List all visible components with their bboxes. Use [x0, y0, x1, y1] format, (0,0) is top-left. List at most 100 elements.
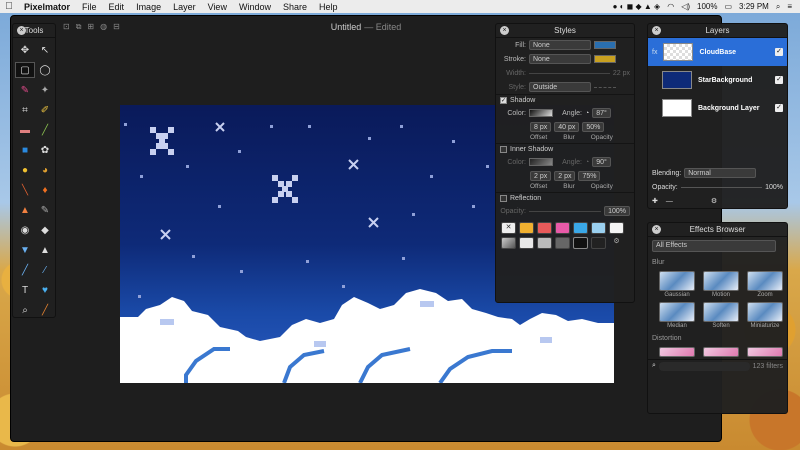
zoom-tool-icon[interactable]: ⌕ — [15, 302, 35, 318]
preset-white[interactable] — [609, 222, 624, 234]
menu-layer[interactable]: Layer — [167, 2, 202, 12]
reflection-checkbox[interactable] — [500, 195, 507, 202]
menu-view[interactable]: View — [202, 2, 233, 12]
preset-settings-icon[interactable]: ⚙ — [609, 237, 624, 249]
menu-edit[interactable]: Edit — [103, 2, 131, 12]
volume-icon[interactable]: ◁) — [681, 2, 690, 11]
close-icon[interactable]: × — [652, 26, 661, 35]
styles-panel-header[interactable]: × Styles — [496, 24, 634, 38]
effect-gaussian[interactable]: Gaussian — [658, 271, 696, 298]
shadow-blur-value[interactable]: 40 px — [554, 122, 580, 132]
reflection-section[interactable]: Reflection — [496, 192, 634, 204]
close-icon[interactable]: × — [500, 26, 509, 35]
preset-dark-grey[interactable] — [555, 237, 570, 249]
ellipse-select-tool-icon[interactable]: ◯ — [35, 62, 55, 78]
paint-bucket-tool-icon[interactable]: ● — [15, 162, 35, 178]
close-icon[interactable]: × — [17, 26, 26, 35]
preset-black-outline[interactable] — [573, 237, 588, 249]
battery-percent[interactable]: 100% — [697, 2, 717, 11]
inner-shadow-checkbox[interactable] — [500, 146, 507, 153]
effect-median[interactable]: Median — [658, 302, 696, 329]
inner-color-swatch[interactable] — [529, 158, 553, 166]
inner-shadow-section[interactable]: Inner Shadow — [496, 143, 634, 155]
effect-distortion-1[interactable] — [658, 347, 696, 357]
stamp-tool-icon[interactable]: ▲ — [15, 202, 35, 218]
layer-row-background[interactable]: Background Layer ✓ — [648, 94, 787, 122]
search-icon[interactable]: ⌕ — [776, 2, 780, 12]
inner-angle-value[interactable]: 90° — [592, 157, 611, 167]
layer-opacity-slider[interactable] — [680, 186, 763, 188]
color-picker-tool-icon[interactable]: ╱ — [35, 302, 55, 318]
fill-color-swatch[interactable] — [594, 41, 616, 49]
layers-panel-header[interactable]: × Layers — [648, 24, 787, 38]
menu-help[interactable]: Help — [313, 2, 344, 12]
search-icon[interactable]: ⌕ — [652, 362, 656, 370]
magnet-tool-icon[interactable]: ◕ — [35, 162, 55, 178]
eyedropper-tool-icon[interactable]: ✐ — [35, 102, 55, 118]
dash-pattern-select[interactable] — [594, 86, 616, 88]
shadow-angle-value[interactable]: 87° — [592, 108, 611, 118]
freeform-pen-tool-icon[interactable]: ⁄ — [35, 262, 55, 278]
layer-settings-icon[interactable]: ⚙ — [711, 197, 717, 205]
preset-light-blue[interactable] — [591, 222, 606, 234]
layer-visibility-checkbox[interactable]: ✓ — [775, 48, 783, 56]
burn-tool-icon[interactable]: ♦ — [35, 182, 55, 198]
preset-gradient[interactable] — [501, 237, 516, 249]
preset-light[interactable] — [519, 237, 534, 249]
blending-select[interactable]: Normal — [684, 168, 757, 178]
layer-opacity-value[interactable]: 100% — [765, 184, 783, 191]
pen-tool-icon[interactable]: ╱ — [15, 262, 35, 278]
eraser-tool-icon[interactable]: ▬ — [15, 122, 35, 138]
preset-red[interactable] — [537, 222, 552, 234]
arrange-tool-icon[interactable]: ↖ — [35, 42, 55, 58]
reflection-opacity-slider[interactable] — [529, 210, 602, 212]
preset-blue[interactable] — [573, 222, 588, 234]
notification-center-icon[interactable]: ≡ — [787, 2, 792, 11]
stroke-color-swatch[interactable] — [594, 55, 616, 63]
close-icon[interactable]: × — [652, 225, 661, 234]
shadow-color-swatch[interactable] — [529, 109, 553, 117]
effects-toggle-icon[interactable]: ⊟ — [113, 22, 120, 32]
custom-shape-tool-icon[interactable]: ♥ — [35, 282, 55, 298]
inner-angle-dial-icon[interactable]: ◔ — [585, 159, 589, 166]
blur-tool-icon[interactable]: ▲ — [35, 242, 55, 258]
crop-tool-icon[interactable]: ⌗ — [15, 102, 35, 118]
effects-panel-header[interactable]: × Effects Browser — [648, 223, 787, 237]
sponge-tool-icon[interactable]: ✎ — [35, 202, 55, 218]
pencil-tool-icon[interactable]: ╱ — [35, 122, 55, 138]
wifi-icon[interactable]: ◠ — [667, 2, 674, 11]
fill-select[interactable]: None — [529, 40, 591, 50]
clock[interactable]: 3:29 PM — [739, 2, 769, 11]
layers-toggle-icon[interactable]: ⧉ — [76, 22, 82, 32]
add-layer-icon[interactable]: ✚ — [652, 197, 658, 205]
layer-visibility-checkbox[interactable]: ✓ — [775, 76, 783, 84]
menu-share[interactable]: Share — [277, 2, 313, 12]
effect-distortion-3[interactable] — [746, 347, 784, 357]
magic-wand-tool-icon[interactable]: ✦ — [35, 82, 55, 98]
menu-file[interactable]: File — [76, 2, 103, 12]
layer-row-starbackground[interactable]: StarBackground ✓ — [648, 66, 787, 94]
effect-zoom[interactable]: Zoom — [746, 271, 784, 298]
smudge-tool-icon[interactable]: ▼ — [15, 242, 35, 258]
red-eye-tool-icon[interactable]: ◉ — [15, 222, 35, 238]
tools-toggle-icon[interactable]: ⊞ — [87, 22, 94, 32]
effect-soften[interactable]: Soften — [702, 302, 740, 329]
shadow-offset-value[interactable]: 8 px — [530, 122, 552, 132]
colors-toggle-icon[interactable]: ◍ — [100, 22, 107, 32]
menu-app-name[interactable]: Pixelmator — [18, 2, 76, 12]
inner-blur-value[interactable]: 2 px — [554, 171, 576, 181]
shadow-checkbox[interactable]: ✓ — [500, 97, 507, 104]
angle-dial-icon[interactable]: ◔ — [585, 110, 589, 117]
type-tool-icon[interactable]: T — [15, 282, 35, 298]
status-icons[interactable]: ● ◐ ◼ ◆ ▲ ◈ — [613, 2, 661, 11]
preset-black[interactable] — [591, 237, 606, 249]
width-value[interactable]: 22 px — [613, 70, 630, 77]
apple-menu-icon[interactable]:  — [0, 1, 18, 12]
effect-miniaturize[interactable]: Miniaturize — [746, 302, 784, 329]
tools-panel-header[interactable]: × Tools — [13, 24, 55, 38]
clone-tool-icon[interactable]: ✿ — [35, 142, 55, 158]
shadow-section[interactable]: ✓ Shadow — [496, 94, 634, 106]
rect-select-tool-icon[interactable]: ▢ — [15, 62, 35, 78]
preset-grey[interactable] — [537, 237, 552, 249]
preset-orange[interactable] — [519, 222, 534, 234]
